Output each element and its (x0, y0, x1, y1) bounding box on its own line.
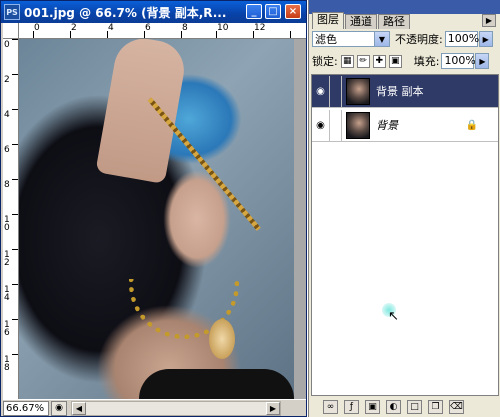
document-title: 001.jpg @ 66.7% (背景 副本,R... (24, 5, 227, 20)
ruler-label: 16 (4, 320, 10, 338)
fill-slider-button[interactable]: ▶ (475, 53, 490, 69)
lock-position-icon[interactable]: ✚ (372, 54, 386, 68)
effects-icon[interactable]: ƒ (344, 399, 359, 414)
trash-icon[interactable]: ⌫ (449, 399, 464, 414)
fill-input[interactable]: 100% (441, 53, 476, 69)
vertical-ruler[interactable]: 0 2 4 6 8 10 12 14 16 18 (3, 39, 19, 399)
ruler-label: 8 (182, 23, 188, 33)
tab-paths[interactable]: 路径 (378, 14, 410, 29)
ruler-origin[interactable] (3, 23, 19, 39)
ruler-label: 6 (145, 23, 151, 33)
group-icon[interactable]: □ (407, 399, 422, 414)
mask-icon[interactable]: ▣ (365, 399, 380, 414)
lock-label: 锁定: (312, 55, 338, 68)
tab-channels[interactable]: 通道 (345, 14, 377, 29)
layer-thumbnail (346, 111, 370, 139)
layers-list: ◉ 背景 副本 ◉ 背景 🔒 ↖ (311, 74, 499, 396)
panel-tabs: 图层 通道 路径 (309, 12, 500, 29)
document-status-bar: 66.67% ◉ ◀ ▶ (3, 399, 306, 416)
ruler-label: 0 (4, 40, 10, 50)
link-icon[interactable]: ∞ (323, 399, 338, 414)
lock-all-icon[interactable]: ▣ (388, 54, 402, 68)
ruler-label: 12 (254, 23, 266, 33)
ruler-label: 4 (4, 110, 10, 120)
blend-mode-select[interactable]: 滤色 ▼ (312, 31, 390, 47)
ruler-label: 4 (108, 23, 114, 33)
raised-arm-shape (95, 39, 189, 185)
scroll-right-icon[interactable]: ▶ (266, 401, 280, 415)
panel-menu-button[interactable]: ▶ (482, 14, 496, 27)
pendant-shape (209, 319, 235, 359)
blend-mode-value: 滤色 (315, 33, 337, 46)
horizontal-scrollbar[interactable]: ◀ ▶ (71, 400, 281, 416)
ruler-label: 8 (4, 180, 10, 190)
ruler-label: 10 (217, 23, 229, 33)
document-titlebar[interactable]: PS 001.jpg @ 66.7% (背景 副本,R... _ □ × (1, 1, 306, 23)
ruler-label: 10 (4, 215, 10, 233)
opacity-slider-button[interactable]: ▶ (478, 31, 493, 47)
mouse-cursor-icon: ↖ (388, 309, 399, 324)
lock-row: 锁定: ▦ ✏ ✚ ▣ 填充: 100% ▶ (312, 52, 498, 70)
zoom-level-field[interactable]: 66.67% (3, 400, 49, 416)
eye-icon[interactable]: ◉ (312, 75, 330, 107)
portrait-image (19, 39, 294, 399)
ruler-label: 2 (71, 23, 77, 33)
photoshop-icon: PS (4, 4, 20, 20)
layer-row-background[interactable]: ◉ 背景 🔒 (312, 109, 498, 142)
maximize-button[interactable]: □ (265, 4, 281, 19)
chevron-down-icon[interactable]: ▼ (374, 32, 389, 46)
lock-transparency-icon[interactable]: ▦ (340, 54, 354, 68)
layers-panel: 图层 通道 路径 ▶ 滤色 ▼ 不透明度: 100% ▶ 锁定: ▦ ✏ ✚ ▣… (308, 0, 500, 417)
opacity-input[interactable]: 100% (444, 31, 479, 47)
ruler-label: 18 (4, 355, 10, 373)
fill-label: 填充: (413, 55, 440, 68)
layer-thumbnail (346, 77, 370, 105)
ruler-label: 0 (34, 23, 40, 33)
brush-link-icon[interactable] (330, 75, 342, 107)
layer-name: 背景 副本 (376, 85, 424, 98)
blend-row: 滤色 ▼ 不透明度: 100% ▶ (312, 30, 498, 48)
horizontal-ruler[interactable]: 0 2 4 6 8 10 12 (19, 23, 306, 39)
ruler-label: 2 (4, 75, 10, 85)
layer-name: 背景 (376, 119, 398, 132)
minimize-button[interactable]: _ (246, 4, 262, 19)
eye-icon[interactable]: ◉ (312, 109, 330, 141)
document-info-icon[interactable]: ◉ (51, 400, 67, 416)
opacity-label: 不透明度: (395, 33, 443, 46)
close-button[interactable]: × (285, 4, 301, 19)
ruler-label: 12 (4, 250, 10, 268)
layer-row-background-copy[interactable]: ◉ 背景 副本 (312, 75, 498, 108)
new-layer-icon[interactable]: ❐ (428, 399, 443, 414)
dark-garment-shape (139, 369, 294, 399)
adjustment-icon[interactable]: ◐ (386, 399, 401, 414)
scroll-left-icon[interactable]: ◀ (72, 401, 86, 415)
document-window: PS 001.jpg @ 66.7% (背景 副本,R... _ □ × 0 2… (0, 0, 307, 417)
brush-link-icon[interactable] (330, 109, 342, 141)
ruler-label: 14 (4, 285, 10, 303)
lock-icon: 🔒 (465, 119, 478, 131)
ruler-label: 6 (4, 145, 10, 155)
canvas[interactable] (19, 39, 306, 399)
lock-pixels-icon[interactable]: ✏ (356, 54, 370, 68)
layers-footer: ∞ ƒ ▣ ◐ □ ❐ ⌫ (311, 398, 499, 415)
tab-layers[interactable]: 图层 (312, 12, 344, 29)
